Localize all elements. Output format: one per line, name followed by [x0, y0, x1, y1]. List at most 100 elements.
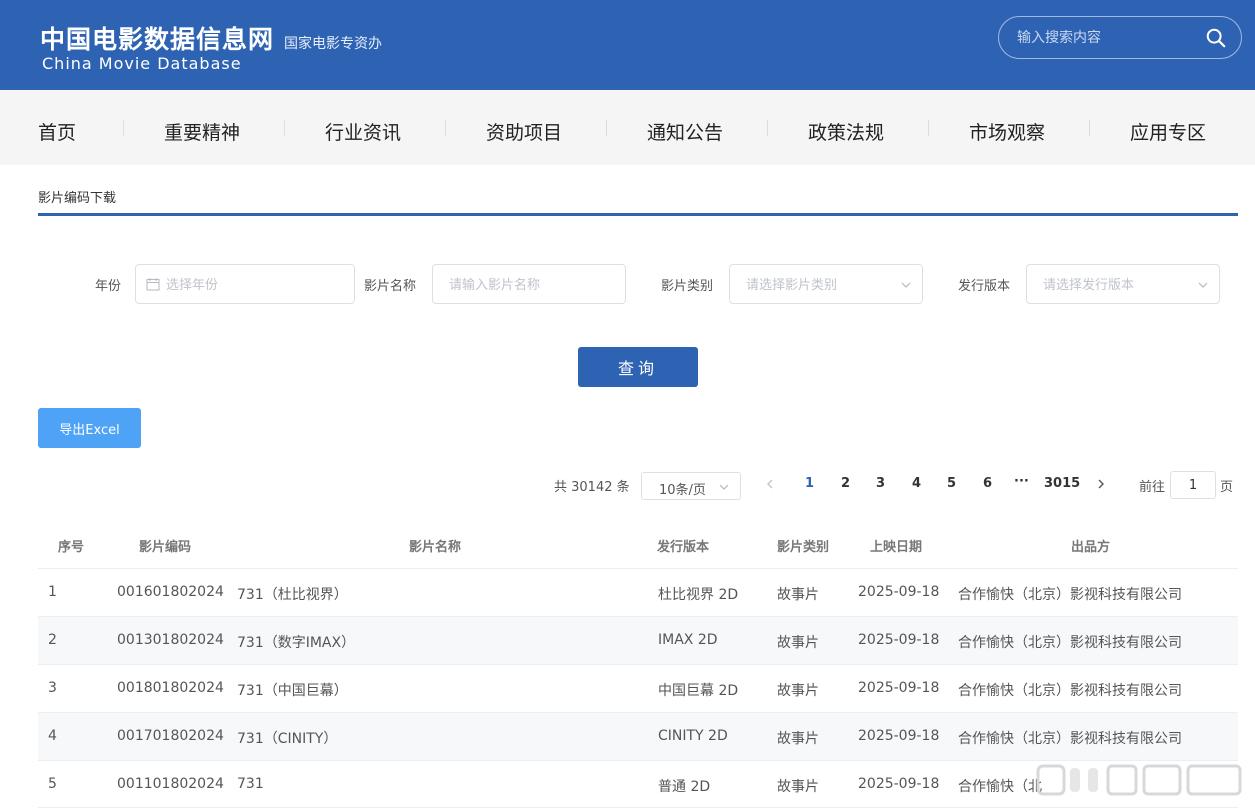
prev-page-icon[interactable] — [764, 478, 776, 490]
cell-date: 2025-09-18 — [858, 632, 940, 648]
film-type-label: 影片类别 — [661, 279, 714, 294]
query-button[interactable]: 查询 — [578, 347, 698, 387]
col-header-code: 影片编码 — [139, 540, 192, 555]
nav-item-policy[interactable]: 政策法规 — [808, 118, 884, 145]
page-number[interactable]: 2 — [841, 476, 850, 491]
cell-type: 故事片 — [777, 683, 819, 699]
version-label: 发行版本 — [958, 279, 1011, 294]
cell-title: 731（CINITY） — [237, 731, 338, 747]
table-row[interactable]: 3 001801802024 731（中国巨幕） 中国巨幕 2D 故事片 202… — [38, 664, 1238, 712]
year-input[interactable] — [166, 275, 346, 295]
page-number[interactable]: 5 — [947, 476, 956, 491]
cell-producer: 合作愉快（北京）影视科技有限公司 — [958, 587, 1182, 603]
nav-item-apps[interactable]: 应用专区 — [1130, 118, 1206, 145]
nav-item-news[interactable]: 行业资讯 — [325, 118, 401, 145]
site-logo-en[interactable]: China Movie Database — [42, 54, 242, 73]
table-row[interactable]: 4 001701802024 731（CINITY） CINITY 2D 故事片… — [38, 712, 1238, 760]
cell-version: 普通 2D — [658, 779, 711, 795]
year-picker[interactable] — [135, 264, 355, 304]
film-name-input[interactable] — [449, 275, 619, 295]
cell-type: 故事片 — [777, 587, 819, 603]
cell-code: 001701802024 — [117, 728, 224, 744]
export-excel-button[interactable]: 导出Excel — [38, 408, 141, 448]
calendar-icon — [146, 278, 160, 291]
search-icon[interactable] — [1205, 27, 1227, 49]
nav-divider — [767, 120, 768, 136]
goto-page-input[interactable] — [1170, 471, 1216, 499]
nav-divider — [123, 120, 124, 136]
nav-divider — [928, 120, 929, 136]
site-logo-cn[interactable]: 中国电影数据信息网 — [40, 20, 274, 56]
cell-code: 001101802024 — [117, 776, 224, 792]
film-type-input[interactable] — [746, 275, 896, 295]
cell-index: 4 — [48, 728, 57, 744]
goto-label: 前往 — [1139, 480, 1166, 495]
cell-code: 001301802024 — [117, 632, 224, 648]
col-header-date: 上映日期 — [870, 540, 923, 555]
cell-title: 731（数字IMAX） — [237, 635, 356, 651]
table-row[interactable]: 1 001601802024 731（杜比视界） 杜比视界 2D 故事片 202… — [38, 568, 1238, 616]
cell-version: CINITY 2D — [658, 728, 728, 744]
page-number[interactable]: 1 — [805, 476, 814, 491]
site-logo-subtitle: 国家电影专资办 — [284, 36, 382, 52]
nav-item-spirit[interactable]: 重要精神 — [164, 118, 240, 145]
next-page-icon[interactable] — [1095, 478, 1107, 490]
search-box — [998, 16, 1242, 59]
col-header-index: 序号 — [58, 540, 85, 555]
cell-code: 001601802024 — [117, 584, 224, 600]
main-nav: 首页 重要精神 行业资讯 资助项目 通知公告 政策法规 市场观察 应用专区 — [0, 90, 1255, 165]
cell-index: 1 — [48, 584, 57, 600]
cell-title: 731（杜比视界） — [237, 587, 348, 603]
cell-type: 故事片 — [777, 779, 819, 795]
cell-version: IMAX 2D — [658, 632, 718, 648]
cell-code: 001801802024 — [117, 680, 224, 696]
nav-divider — [284, 120, 285, 136]
page-ellipsis[interactable]: ··· — [1014, 474, 1029, 489]
cell-date: 2025-09-18 — [858, 776, 940, 792]
col-header-version: 发行版本 — [657, 540, 710, 555]
col-header-producer: 出品方 — [1071, 540, 1111, 555]
film-name-label: 影片名称 — [364, 279, 417, 294]
version-input[interactable] — [1043, 275, 1193, 295]
page-number[interactable]: 6 — [983, 476, 992, 491]
nav-divider — [1089, 120, 1090, 136]
nav-item-funding[interactable]: 资助项目 — [486, 118, 562, 145]
watermark-logo — [1036, 764, 1242, 796]
cell-version: 中国巨幕 2D — [658, 683, 739, 699]
page-unit-label: 页 — [1220, 480, 1234, 495]
page-number[interactable]: 4 — [912, 476, 921, 491]
cell-index: 5 — [48, 776, 57, 792]
cell-type: 故事片 — [777, 731, 819, 747]
table-row[interactable]: 2 001301802024 731（数字IMAX） IMAX 2D 故事片 2… — [38, 616, 1238, 664]
page-size-value: 10条/页 — [659, 483, 706, 498]
cell-date: 2025-09-18 — [858, 584, 940, 600]
cell-version: 杜比视界 2D — [658, 587, 739, 603]
nav-item-home[interactable]: 首页 — [38, 118, 76, 145]
cell-title: 731（中国巨幕） — [237, 683, 348, 699]
page-number[interactable]: 3 — [876, 476, 885, 491]
film-type-select[interactable] — [729, 264, 923, 304]
cell-date: 2025-09-18 — [858, 680, 940, 696]
nav-divider — [445, 120, 446, 136]
cell-title: 731 — [237, 776, 264, 792]
page-size-select[interactable]: 10条/页 — [641, 472, 741, 500]
pagination-total: 共 30142 条 — [554, 480, 630, 495]
breadcrumb: 影片编码下载 — [38, 191, 117, 206]
col-header-type: 影片类别 — [777, 540, 830, 555]
year-label: 年份 — [95, 279, 122, 294]
search-input[interactable] — [1017, 28, 1197, 48]
nav-item-notices[interactable]: 通知公告 — [647, 118, 723, 145]
film-name-field[interactable] — [432, 264, 626, 304]
chevron-down-icon — [719, 484, 729, 490]
version-select[interactable] — [1026, 264, 1220, 304]
nav-divider — [606, 120, 607, 136]
chevron-down-icon — [901, 282, 911, 288]
nav-item-market[interactable]: 市场观察 — [969, 118, 1045, 145]
col-header-title: 影片名称 — [409, 540, 462, 555]
cell-producer: 合作愉快（北京）影视科技有限公司 — [958, 635, 1182, 651]
site-header: 中国电影数据信息网 China Movie Database 国家电影专资办 — [0, 0, 1255, 90]
cell-index: 2 — [48, 632, 57, 648]
chevron-down-icon — [1198, 282, 1208, 288]
cell-producer: 合作愉快（北京）影视科技有限公司 — [958, 683, 1182, 699]
page-number-last[interactable]: 3015 — [1044, 476, 1080, 491]
